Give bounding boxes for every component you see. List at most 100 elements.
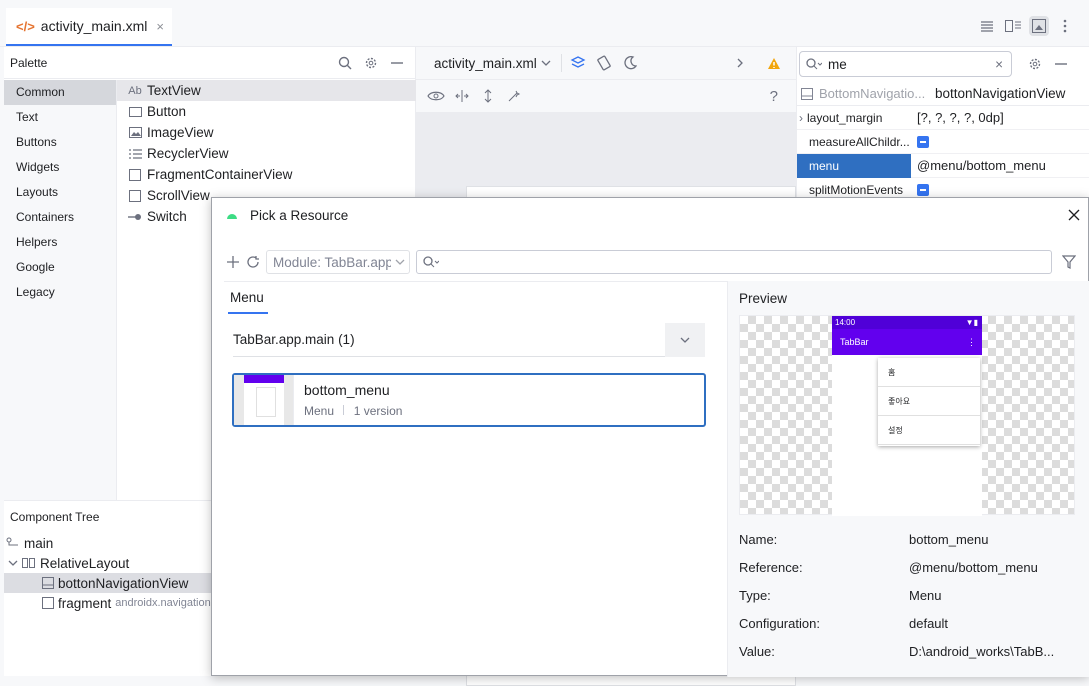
orientation-icon[interactable] (594, 53, 614, 73)
palette-category[interactable]: Containers (4, 205, 116, 230)
detail-key: Name: (739, 531, 778, 547)
gear-icon[interactable] (1025, 54, 1045, 74)
button-icon (127, 106, 143, 117)
eye-icon[interactable] (426, 86, 446, 106)
tree-node-label: RelativeLayout (40, 555, 130, 571)
detail-value: default (909, 615, 949, 631)
view-mode-switcher (977, 16, 1075, 36)
clear-icon[interactable]: × (995, 57, 1003, 72)
chevron-right-icon[interactable] (730, 53, 750, 73)
palette-category[interactable]: Common (4, 80, 116, 105)
detail-row-type: Type: Menu (739, 581, 1079, 609)
design-view-icon[interactable] (1029, 16, 1049, 36)
dialog-title-bar: Pick a Resource (212, 198, 1088, 232)
resource-versions: 1 version (353, 404, 403, 418)
attribute-value[interactable] (911, 183, 1089, 196)
chevron-down-icon (395, 259, 405, 265)
palette-category[interactable]: Legacy (4, 280, 116, 305)
palette-category[interactable]: Layouts (4, 180, 116, 205)
attribute-row-measureallchildren[interactable]: measureAllChildr... (797, 130, 1089, 154)
search-icon (423, 256, 439, 268)
code-view-icon[interactable] (977, 16, 997, 36)
relative-layout-icon (22, 558, 36, 568)
close-icon[interactable] (1068, 209, 1080, 221)
minimize-icon[interactable] (1051, 54, 1071, 74)
split-view-icon[interactable] (1003, 16, 1023, 36)
expand-chevron-icon[interactable] (8, 558, 18, 568)
module-select[interactable]: Module: TabBar.app (266, 250, 410, 274)
warning-icon[interactable] (764, 53, 784, 73)
more-options-icon[interactable] (1055, 16, 1075, 36)
resource-type: Menu (304, 404, 335, 418)
preview-menu-item: 좋아요 (878, 387, 980, 416)
dialog-toolbar: Module: TabBar.app (226, 246, 1076, 278)
night-mode-icon[interactable] (620, 53, 640, 73)
editor-tab-bar: </> activity_main.xml × (0, 0, 1089, 47)
preview-phone: 14:00 ▼▮ TabBar ⋮ 홈 좋아요 설정 (832, 316, 982, 516)
margin-icon[interactable] (452, 86, 472, 106)
add-icon[interactable] (226, 255, 240, 269)
resource-item-bottom-menu[interactable]: bottom_menu Menu 1 version (232, 373, 706, 427)
detail-row-configuration: Configuration: default (739, 609, 1079, 637)
file-dropdown[interactable]: activity_main.xml (434, 56, 537, 71)
attribute-search-field[interactable]: me × (799, 51, 1012, 77)
detail-key: Value: (739, 643, 775, 659)
module-select-value: Module: TabBar.app (273, 254, 391, 270)
android-icon (226, 211, 238, 219)
help-icon[interactable]: ? (770, 88, 778, 105)
resource-group-header[interactable]: TabBar.app.main (1) (233, 322, 705, 357)
bottom-nav-icon (801, 87, 813, 100)
resource-search-input[interactable] (416, 250, 1052, 274)
palette-item-label: ScrollView (147, 188, 210, 203)
palette-item-recyclerview[interactable]: RecyclerView (117, 143, 416, 164)
palette-category[interactable]: Helpers (4, 230, 116, 255)
attribute-value[interactable]: @menu/bottom_menu (911, 158, 1089, 173)
palette-item-imageview[interactable]: ImageView (117, 122, 416, 143)
overflow-menu-icon: ⋮ (967, 337, 976, 347)
preview-menu-item: 설정 (878, 416, 980, 445)
pick-resource-dialog: Pick a Resource Module: TabBar.app Menu … (211, 197, 1089, 677)
chevron-right-icon[interactable]: › (799, 111, 803, 125)
resource-list-pane: Menu TabBar.app.main (1) bottom_menu Men… (224, 281, 727, 677)
palette-item-label: TextView (147, 83, 201, 98)
palette-category[interactable]: Text (4, 105, 116, 130)
palette-category[interactable]: Widgets (4, 155, 116, 180)
attribute-row-menu[interactable]: menu @menu/bottom_menu (797, 153, 1089, 178)
attribute-value[interactable] (911, 135, 1089, 148)
dialog-title: Pick a Resource (250, 207, 349, 223)
palette-item-label: ImageView (147, 125, 214, 140)
minimize-icon[interactable] (387, 53, 407, 73)
indeterminate-checkbox[interactable] (917, 135, 929, 148)
design-toolbar: activity_main.xml (416, 47, 796, 80)
gear-icon[interactable] (361, 53, 381, 73)
status-icons: ▼▮ (965, 318, 978, 327)
tab-activity-main[interactable]: </> activity_main.xml × (6, 8, 172, 46)
palette-item-button[interactable]: Button (117, 101, 416, 122)
palette-category[interactable]: Buttons (4, 130, 116, 155)
magic-wand-icon[interactable] (504, 86, 524, 106)
attribute-value[interactable]: [?, ?, ?, ?, 0dp] (911, 110, 1089, 125)
vertical-spacing-icon[interactable] (478, 86, 498, 106)
attribute-header: BottomNavigatio... bottonNavigationView (797, 82, 1089, 106)
chevron-down-icon[interactable] (665, 322, 705, 357)
detail-key: Reference: (739, 559, 803, 575)
tab-close-button[interactable]: × (156, 19, 164, 34)
palette-item-textview[interactable]: Ab TextView (117, 80, 416, 101)
attribute-row-layout-margin[interactable]: › layout_margin [?, ?, ?, ?, 0dp] (797, 106, 1089, 130)
fragment-icon (127, 168, 143, 181)
app-title: TabBar (840, 337, 869, 347)
status-time: 14:00 (835, 318, 856, 327)
tree-node-label: main (24, 535, 54, 551)
preview-menu: 홈 좋아요 설정 (878, 358, 980, 446)
palette-item-fragmentcontainerview[interactable]: FragmentContainerView (117, 164, 416, 185)
palette-category[interactable]: Google (4, 255, 116, 280)
layers-icon[interactable] (568, 53, 588, 73)
chevron-down-icon[interactable] (541, 60, 551, 66)
palette-item-label: Switch (147, 209, 187, 224)
filter-icon[interactable] (1062, 255, 1076, 269)
search-icon[interactable] (335, 53, 355, 73)
indeterminate-checkbox[interactable] (917, 183, 929, 196)
tree-node-class: androidx.navigation (115, 597, 211, 609)
tab-menu[interactable]: Menu (228, 290, 268, 314)
refresh-icon[interactable] (246, 255, 260, 269)
